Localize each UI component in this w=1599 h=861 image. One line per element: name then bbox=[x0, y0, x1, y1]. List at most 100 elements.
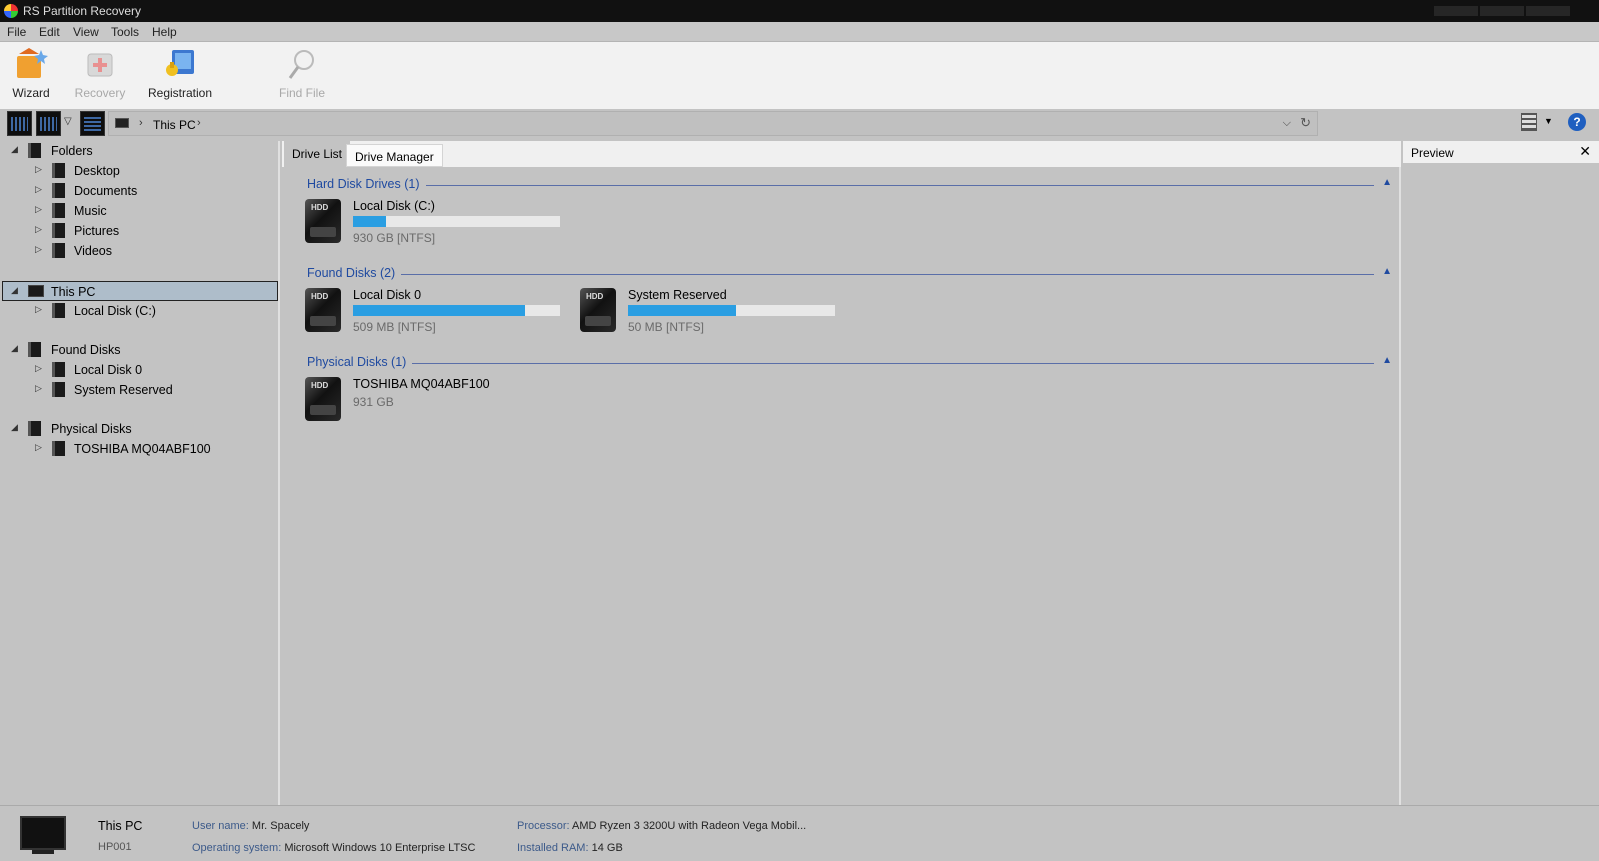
menu-file[interactable]: File bbox=[7, 25, 26, 39]
collapse-icon[interactable]: ◢ bbox=[11, 144, 18, 155]
computer-icon bbox=[115, 118, 129, 128]
help-icon[interactable]: ? bbox=[1568, 113, 1586, 131]
section-found-disks: Found Disks (2) ▲ bbox=[307, 266, 1392, 280]
maximize-button[interactable] bbox=[1480, 6, 1524, 16]
drive-item[interactable]: HDD TOSHIBA MQ04ABF100 931 GB bbox=[305, 375, 565, 425]
tree-item-system-reserved[interactable]: ▷ System Reserved bbox=[2, 380, 278, 400]
breadcrumb-separator-icon: › bbox=[197, 117, 201, 129]
forward-button[interactable] bbox=[36, 111, 61, 136]
disk-icon bbox=[28, 421, 41, 436]
close-icon[interactable]: ✕ bbox=[1579, 143, 1591, 160]
close-window-button[interactable] bbox=[1526, 6, 1570, 16]
folder-tree: ◢ Folders ▷ Desktop ▷ Documents ▷ Music … bbox=[0, 141, 280, 805]
disk-icon bbox=[28, 342, 41, 357]
usage-bar bbox=[353, 305, 560, 316]
title-bar: RS Partition Recovery bbox=[0, 0, 1599, 22]
collapse-icon[interactable]: ◢ bbox=[11, 343, 18, 354]
tree-item-pictures[interactable]: ▷ Pictures bbox=[2, 221, 278, 241]
view-mode-dropdown-icon[interactable]: ▼ bbox=[1544, 116, 1553, 126]
disk-icon bbox=[52, 441, 65, 456]
expand-icon[interactable]: ▷ bbox=[35, 184, 42, 195]
preview-header: Preview ✕ bbox=[1403, 141, 1599, 163]
tab-drive-manager[interactable]: Drive Manager bbox=[346, 144, 443, 167]
menu-help[interactable]: Help bbox=[152, 25, 177, 39]
tree-item-physical-disks[interactable]: ◢ Physical Disks bbox=[2, 419, 278, 439]
collapse-section-icon[interactable]: ▲ bbox=[1382, 355, 1392, 366]
tree-item-documents[interactable]: ▷ Documents bbox=[2, 181, 278, 201]
expand-icon[interactable]: ▷ bbox=[35, 442, 42, 453]
tree-item-found-disks[interactable]: ◢ Found Disks bbox=[2, 340, 278, 360]
menu-edit[interactable]: Edit bbox=[39, 25, 60, 39]
collapse-icon[interactable]: ◢ bbox=[11, 285, 18, 296]
refresh-icon[interactable]: ↻ bbox=[1300, 115, 1311, 131]
expand-icon[interactable]: ▷ bbox=[35, 164, 42, 175]
tree-item-music[interactable]: ▷ Music bbox=[2, 201, 278, 221]
usage-fill bbox=[353, 216, 387, 227]
drive-item[interactable]: HDD Local Disk 0 509 MB [NTFS] bbox=[305, 286, 565, 336]
expand-icon[interactable]: ▷ bbox=[35, 204, 42, 215]
view-mode-icon[interactable] bbox=[1521, 113, 1537, 131]
recovery-button[interactable]: Recovery bbox=[72, 46, 128, 104]
folder-icon bbox=[52, 223, 65, 238]
section-hard-disk-drives: Hard Disk Drives (1) ▲ bbox=[307, 177, 1392, 191]
find-file-button[interactable]: Find File bbox=[275, 46, 329, 104]
tree-item-this-pc[interactable]: ◢ This PC bbox=[2, 281, 278, 301]
minimize-button[interactable] bbox=[1434, 6, 1478, 16]
recovery-icon bbox=[82, 46, 118, 82]
menu-tools[interactable]: Tools bbox=[111, 25, 139, 39]
usage-fill bbox=[628, 305, 736, 316]
os-info: Operating system: Microsoft Windows 10 E… bbox=[192, 842, 476, 854]
tab-bar: Drive List Drive Manager bbox=[282, 141, 1401, 167]
tab-drive-list[interactable]: Drive List bbox=[284, 141, 351, 167]
breadcrumb-separator-icon: › bbox=[139, 117, 143, 129]
menu-view[interactable]: View bbox=[73, 25, 99, 39]
tree-item-desktop[interactable]: ▷ Desktop bbox=[2, 161, 278, 181]
section-physical-disks: Physical Disks (1) ▲ bbox=[307, 355, 1392, 369]
window-title: RS Partition Recovery bbox=[23, 4, 142, 18]
expand-icon[interactable]: ▷ bbox=[35, 304, 42, 315]
disk-icon bbox=[52, 382, 65, 397]
navigation-bar: ▽ › This PC › ⌵ ↻ ▼ ? bbox=[0, 109, 1599, 139]
app-logo-icon bbox=[4, 4, 18, 18]
hdd-icon: HDD bbox=[305, 377, 341, 421]
tree-item-toshiba[interactable]: ▷ TOSHIBA MQ04ABF100 bbox=[2, 439, 278, 459]
hdd-icon: HDD bbox=[305, 199, 341, 243]
drive-item[interactable]: HDD Local Disk (C:) 930 GB [NTFS] bbox=[305, 197, 565, 247]
address-bar[interactable]: › This PC › ⌵ ↻ bbox=[108, 111, 1318, 136]
preview-pane: Preview ✕ bbox=[1403, 141, 1599, 805]
address-dropdown-icon[interactable]: ⌵ bbox=[1283, 117, 1291, 130]
collapse-section-icon[interactable]: ▲ bbox=[1382, 266, 1392, 277]
folder-icon bbox=[52, 243, 65, 258]
processor-info: Processor: AMD Ryzen 3 3200U with Radeon… bbox=[517, 820, 807, 832]
registration-button[interactable]: Registration bbox=[145, 46, 215, 104]
wizard-button[interactable]: Wizard bbox=[8, 46, 54, 104]
up-button[interactable] bbox=[80, 111, 105, 136]
tree-item-videos[interactable]: ▷ Videos bbox=[2, 241, 278, 261]
usage-bar bbox=[628, 305, 835, 316]
tree-item-folders[interactable]: ◢ Folders bbox=[2, 141, 278, 161]
disk-icon bbox=[52, 362, 65, 377]
status-bar: This PC HP001 User name: Mr. Spacely Ope… bbox=[0, 805, 1599, 861]
back-button[interactable] bbox=[7, 111, 32, 136]
toolbar: Wizard Recovery Registration Find File bbox=[0, 42, 1599, 109]
collapse-icon[interactable]: ◢ bbox=[11, 422, 18, 433]
monitor-icon bbox=[28, 285, 44, 297]
expand-icon[interactable]: ▷ bbox=[35, 363, 42, 374]
breadcrumb-this-pc[interactable]: This PC bbox=[153, 118, 196, 132]
expand-icon[interactable]: ▷ bbox=[35, 224, 42, 235]
find-file-icon bbox=[284, 46, 320, 82]
ram-info: Installed RAM: 14 GB bbox=[517, 842, 623, 854]
collapse-section-icon[interactable]: ▲ bbox=[1382, 177, 1392, 188]
folder-icon bbox=[28, 143, 41, 158]
monitor-icon bbox=[20, 816, 66, 850]
tree-item-local-disk-0[interactable]: ▷ Local Disk 0 bbox=[2, 360, 278, 380]
wizard-icon bbox=[13, 46, 49, 82]
registration-icon bbox=[162, 46, 198, 82]
folder-icon bbox=[52, 163, 65, 178]
expand-icon[interactable]: ▷ bbox=[35, 244, 42, 255]
history-dropdown-icon[interactable]: ▽ bbox=[64, 116, 72, 127]
expand-icon[interactable]: ▷ bbox=[35, 383, 42, 394]
drive-item[interactable]: HDD System Reserved 50 MB [NTFS] bbox=[580, 286, 840, 336]
tree-item-local-disk-c[interactable]: ▷ Local Disk (C:) bbox=[2, 301, 278, 321]
menu-bar: File Edit View Tools Help bbox=[0, 22, 1599, 42]
